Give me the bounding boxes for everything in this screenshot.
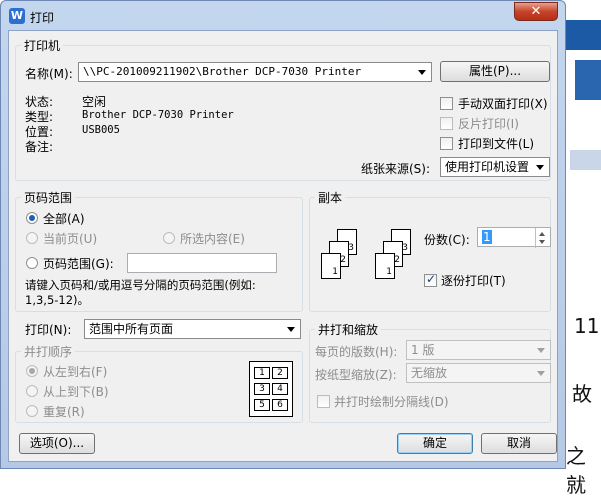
order-cell: 4 xyxy=(272,383,288,395)
scale-label: 按纸型缩放(Z): xyxy=(315,368,397,382)
location-value: USB005 xyxy=(82,124,120,136)
properties-button[interactable]: 属性(P)... xyxy=(440,61,550,82)
page-range-hint: 请键入页码和/或用逗号分隔的页码范围(例如: xyxy=(25,278,256,292)
chevron-down-icon xyxy=(537,348,545,353)
print-order-group-label: 并打顺序 xyxy=(21,343,76,360)
background-header-block xyxy=(565,20,601,50)
paper-source-value: 使用打印机设置 xyxy=(445,160,530,174)
page-icon: 1 xyxy=(321,253,341,279)
background-header-block xyxy=(575,60,601,100)
pages-per-sheet-dropdown[interactable]: 1 版 xyxy=(406,340,551,360)
current-page-radio[interactable] xyxy=(26,232,38,244)
background-header-block xyxy=(570,150,601,170)
copies-count-input[interactable]: 1 xyxy=(477,227,551,248)
print-what-label: 打印(N): xyxy=(25,323,72,337)
collate-checkbox[interactable] xyxy=(424,272,437,287)
spin-up-icon[interactable] xyxy=(539,232,545,236)
page-range-input[interactable] xyxy=(127,253,277,273)
dialog-title: 打印 xyxy=(30,11,55,25)
type-value: Brother DCP-7030 Printer xyxy=(82,109,234,121)
duplex-checkbox[interactable] xyxy=(440,97,453,110)
selection-radio[interactable] xyxy=(163,232,175,244)
order-cell: 1 xyxy=(254,367,270,379)
page-icon: 1 xyxy=(375,253,395,279)
top-to-bottom-label: 从上到下(B) xyxy=(43,385,109,399)
chevron-down-icon xyxy=(418,70,426,75)
close-button[interactable]: ✕ xyxy=(514,2,558,21)
left-to-right-radio[interactable] xyxy=(26,365,38,377)
print-to-file-checkbox[interactable] xyxy=(440,137,453,150)
page-range-all-label: 全部(A) xyxy=(43,212,85,226)
printer-name-dropdown[interactable]: \\PC-201009211902\Brother DCP-7030 Print… xyxy=(78,62,432,82)
background-text: 之就 xyxy=(566,444,586,497)
printer-name-value: \\PC-201009211902\Brother DCP-7030 Print… xyxy=(83,65,362,78)
page-range-custom-radio[interactable] xyxy=(26,257,38,269)
left-to-right-label: 从左到右(F) xyxy=(43,365,108,379)
reverse-print-label: 反片打印(I) xyxy=(458,117,519,131)
page-range-all-radio[interactable] xyxy=(26,212,38,224)
ok-button[interactable]: 确定 xyxy=(397,433,473,454)
top-to-bottom-radio[interactable] xyxy=(26,385,38,397)
reverse-print-checkbox[interactable] xyxy=(440,117,453,130)
copies-spinner[interactable] xyxy=(535,228,550,248)
printer-name-label: 名称(M): xyxy=(25,67,73,81)
scale-dropdown[interactable]: 无缩放 xyxy=(406,363,551,383)
repeat-label: 重复(R) xyxy=(43,405,85,419)
print-what-value: 范围中所有页面 xyxy=(89,322,174,336)
chevron-down-icon xyxy=(287,327,295,332)
chevron-down-icon xyxy=(537,371,545,376)
repeat-radio[interactable] xyxy=(26,405,38,417)
spin-down-icon[interactable] xyxy=(539,240,545,244)
uncollated-pages-icon: 3 2 1 xyxy=(319,229,369,279)
pages-per-sheet-value: 1 版 xyxy=(411,343,435,357)
copies-count-value: 1 xyxy=(482,230,492,244)
duplex-label: 手动双面打印(X) xyxy=(458,97,548,111)
print-what-dropdown[interactable]: 范围中所有页面 xyxy=(84,319,301,339)
order-preview-icon: 1 2 3 4 5 6 xyxy=(249,361,293,417)
cancel-button[interactable]: 取消 xyxy=(481,433,557,454)
page-range-hint-example: 1,3,5-12)。 xyxy=(25,293,90,307)
zoom-group-label: 并打和缩放 xyxy=(315,321,382,338)
dialog-client-area: 打印机 名称(M): \\PC-201009211902\Brother DCP… xyxy=(8,30,558,462)
chevron-down-icon xyxy=(536,165,544,170)
collated-pages-icon: 3 2 1 xyxy=(375,229,425,279)
print-dialog: W 打印 ✕ 打印机 名称(M): \\PC-201009211902\Brot… xyxy=(0,0,566,469)
selection-label: 所选内容(E) xyxy=(180,232,245,246)
comment-label: 备注: xyxy=(25,140,54,154)
background-text: 故 xyxy=(572,382,592,406)
wps-app-icon: W xyxy=(9,8,25,24)
current-page-label: 当前页(U) xyxy=(43,232,98,246)
separator-lines-label: 并打时绘制分隔线(D) xyxy=(334,395,449,409)
order-cell: 5 xyxy=(254,399,270,411)
title-bar[interactable]: W 打印 ✕ xyxy=(1,1,565,31)
order-cell: 2 xyxy=(272,367,288,379)
status-value: 空闲 xyxy=(82,95,107,109)
scale-value: 无缩放 xyxy=(411,366,448,380)
separator-lines-checkbox[interactable] xyxy=(317,395,330,408)
options-button[interactable]: 选项(O)... xyxy=(19,433,95,454)
order-cell: 6 xyxy=(272,399,288,411)
pages-per-sheet-label: 每页的版数(H): xyxy=(315,345,398,359)
order-cell: 3 xyxy=(254,383,270,395)
print-to-file-label: 打印到文件(L) xyxy=(458,137,535,151)
copies-count-label: 份数(C): xyxy=(424,233,470,247)
page-range-group-label: 页码范围 xyxy=(21,189,76,206)
paper-source-dropdown[interactable]: 使用打印机设置 xyxy=(440,157,550,177)
copies-group-label: 副本 xyxy=(315,189,346,206)
printer-group-label: 打印机 xyxy=(21,37,64,54)
background-text: 11 xyxy=(574,314,600,338)
collate-label: 逐份打印(T) xyxy=(441,274,506,288)
page-range-custom-label: 页码范围(G): xyxy=(43,257,114,271)
paper-source-label: 纸张来源(S): xyxy=(361,162,431,176)
